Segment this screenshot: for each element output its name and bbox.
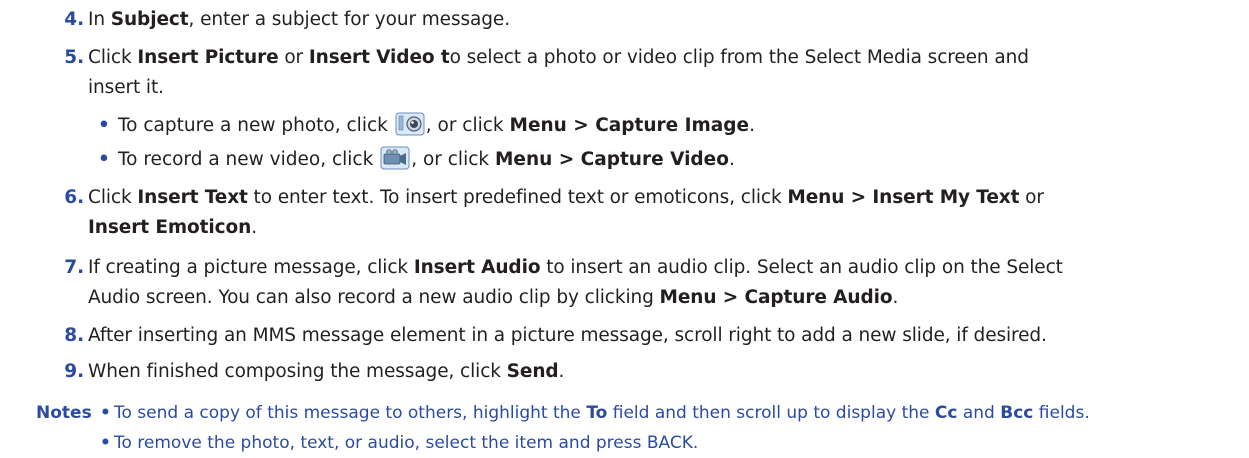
- bullet-capture-photo: • To capture a new photo, click , or clic…: [98, 110, 1218, 142]
- document-page: 4. In Subject, enter a subject for your m…: [0, 0, 1249, 458]
- step-4: 4. In Subject, enter a subject for your m…: [64, 4, 1238, 36]
- bullet-dot: •: [98, 115, 110, 136]
- step-9: 9. When finished composing the message, c…: [64, 356, 1238, 388]
- bullet-dot: •: [98, 149, 110, 170]
- notes-label: Notes: [36, 403, 92, 423]
- step-7-continued: Audio screen. You can also record a new …: [88, 287, 899, 308]
- step-number: 4.: [64, 9, 84, 30]
- step-5: 5. Click Insert Picture or Insert Video t…: [64, 42, 1238, 74]
- step-number: 5.: [64, 47, 84, 68]
- step-number: 6.: [64, 187, 84, 208]
- step-6-continued: Insert Emoticon.: [88, 217, 257, 238]
- note-item: • To send a copy of this message to other…: [100, 398, 1244, 428]
- bullet-dot: •: [100, 433, 111, 453]
- step-8: 8. After inserting an MMS message element…: [64, 320, 1238, 352]
- step-6: 6. Click Insert Text to enter text. To in…: [64, 182, 1238, 214]
- step-7: 7. If creating a picture message, click I…: [64, 252, 1238, 284]
- step-number: 7.: [64, 257, 84, 278]
- step-5-continued: insert it.: [88, 77, 164, 98]
- camera-icon[interactable]: [395, 112, 425, 136]
- bullet-record-video: • To record a new video, click , or click…: [98, 144, 1218, 176]
- note-item: • To remove the photo, text, or audio, se…: [100, 428, 1244, 458]
- video-camera-icon[interactable]: [380, 146, 410, 170]
- step-number: 9.: [64, 361, 84, 382]
- bullet-dot: •: [100, 403, 111, 423]
- step-number: 8.: [64, 325, 84, 346]
